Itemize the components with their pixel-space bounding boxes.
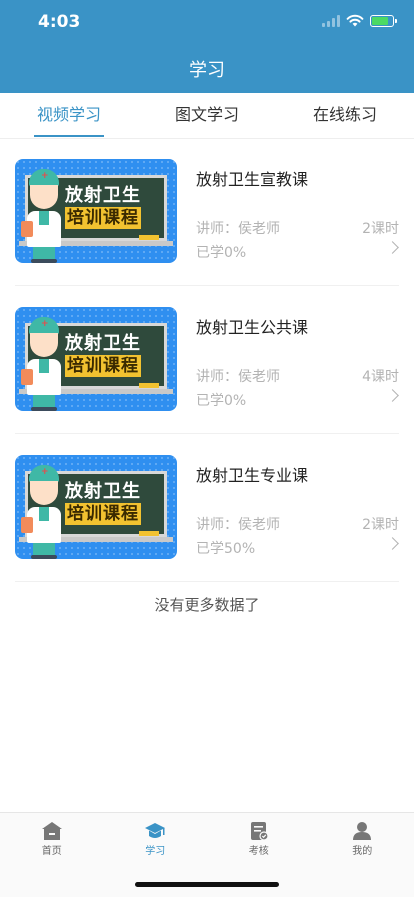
home-indicator [135, 882, 279, 887]
thumbnail-subtitle: 培训课程 [65, 207, 141, 229]
course-teacher: 讲师：侯老师 [196, 218, 280, 238]
tabbar-label: 考核 [207, 842, 311, 857]
tabbar-label: 学习 [104, 842, 208, 857]
tab-online-practice[interactable]: 在线练习 [276, 93, 414, 138]
course-progress: 已学0% [196, 390, 246, 410]
divider [15, 285, 399, 286]
doctor-illustration: + [21, 167, 67, 263]
tabbar-label: 首页 [0, 842, 104, 857]
course-progress: 已学0% [196, 242, 246, 262]
status-icons [322, 14, 394, 27]
tabbar-item-home[interactable]: 首页 [0, 813, 104, 861]
course-teacher: 讲师：侯老师 [196, 514, 280, 534]
wifi-icon [346, 14, 364, 27]
course-teacher: 讲师：侯老师 [196, 366, 280, 386]
status-time: 4:03 [38, 12, 80, 32]
battery-charging-icon [370, 15, 394, 27]
tabbar-item-study[interactable]: 学习 [104, 813, 208, 861]
divider [15, 581, 399, 582]
course-hours: 2课时 [362, 514, 399, 534]
doctor-illustration: + [21, 315, 67, 411]
tabbar-item-mine[interactable]: 我的 [311, 813, 414, 861]
course-thumbnail: 放射卫生 培训课程 + [15, 455, 177, 559]
course-title: 放射卫生专业课 [196, 462, 308, 486]
home-icon [41, 821, 63, 841]
tabbar-label: 我的 [311, 842, 414, 857]
tab-video-learning[interactable]: 视频学习 [0, 93, 138, 138]
chevron-right-icon[interactable] [386, 537, 399, 550]
doctor-illustration: + [21, 463, 67, 559]
course-item[interactable]: 放射卫生 培训课程 + 放射卫生宣教课 讲师：侯老师 2课时 已学0% [15, 159, 399, 263]
tab-article-learning[interactable]: 图文学习 [138, 93, 276, 138]
course-hours: 4课时 [362, 366, 399, 386]
course-thumbnail: 放射卫生 培训课程 + [15, 159, 177, 263]
thumbnail-title: 放射卫生 [65, 477, 141, 503]
page-title: 学习 [0, 56, 414, 82]
graduation-cap-icon [144, 821, 166, 841]
header-bar: 4:03 学习 [0, 0, 414, 93]
no-more-data-text: 没有更多数据了 [0, 594, 414, 615]
course-item[interactable]: 放射卫生 培训课程 + 放射卫生专业课 讲师：侯老师 2课时 已学50% [15, 455, 399, 559]
course-item[interactable]: 放射卫生 培训课程 + 放射卫生公共课 讲师：侯老师 4课时 已学0% [15, 307, 399, 411]
thumbnail-subtitle: 培训课程 [65, 355, 141, 377]
course-title: 放射卫生公共课 [196, 314, 308, 338]
chevron-right-icon[interactable] [386, 389, 399, 402]
exam-icon [248, 821, 270, 841]
course-title: 放射卫生宣教课 [196, 166, 308, 190]
signal-icon [322, 15, 340, 27]
category-tabs: 视频学习 图文学习 在线练习 [0, 93, 414, 139]
thumbnail-subtitle: 培训课程 [65, 503, 141, 525]
divider [15, 433, 399, 434]
thumbnail-title: 放射卫生 [65, 329, 141, 355]
chevron-right-icon[interactable] [386, 241, 399, 254]
thumbnail-title: 放射卫生 [65, 181, 141, 207]
tabbar-item-exam[interactable]: 考核 [207, 813, 311, 861]
course-thumbnail: 放射卫生 培训课程 + [15, 307, 177, 411]
course-hours: 2课时 [362, 218, 399, 238]
course-progress: 已学50% [196, 538, 255, 558]
user-icon [351, 821, 373, 841]
